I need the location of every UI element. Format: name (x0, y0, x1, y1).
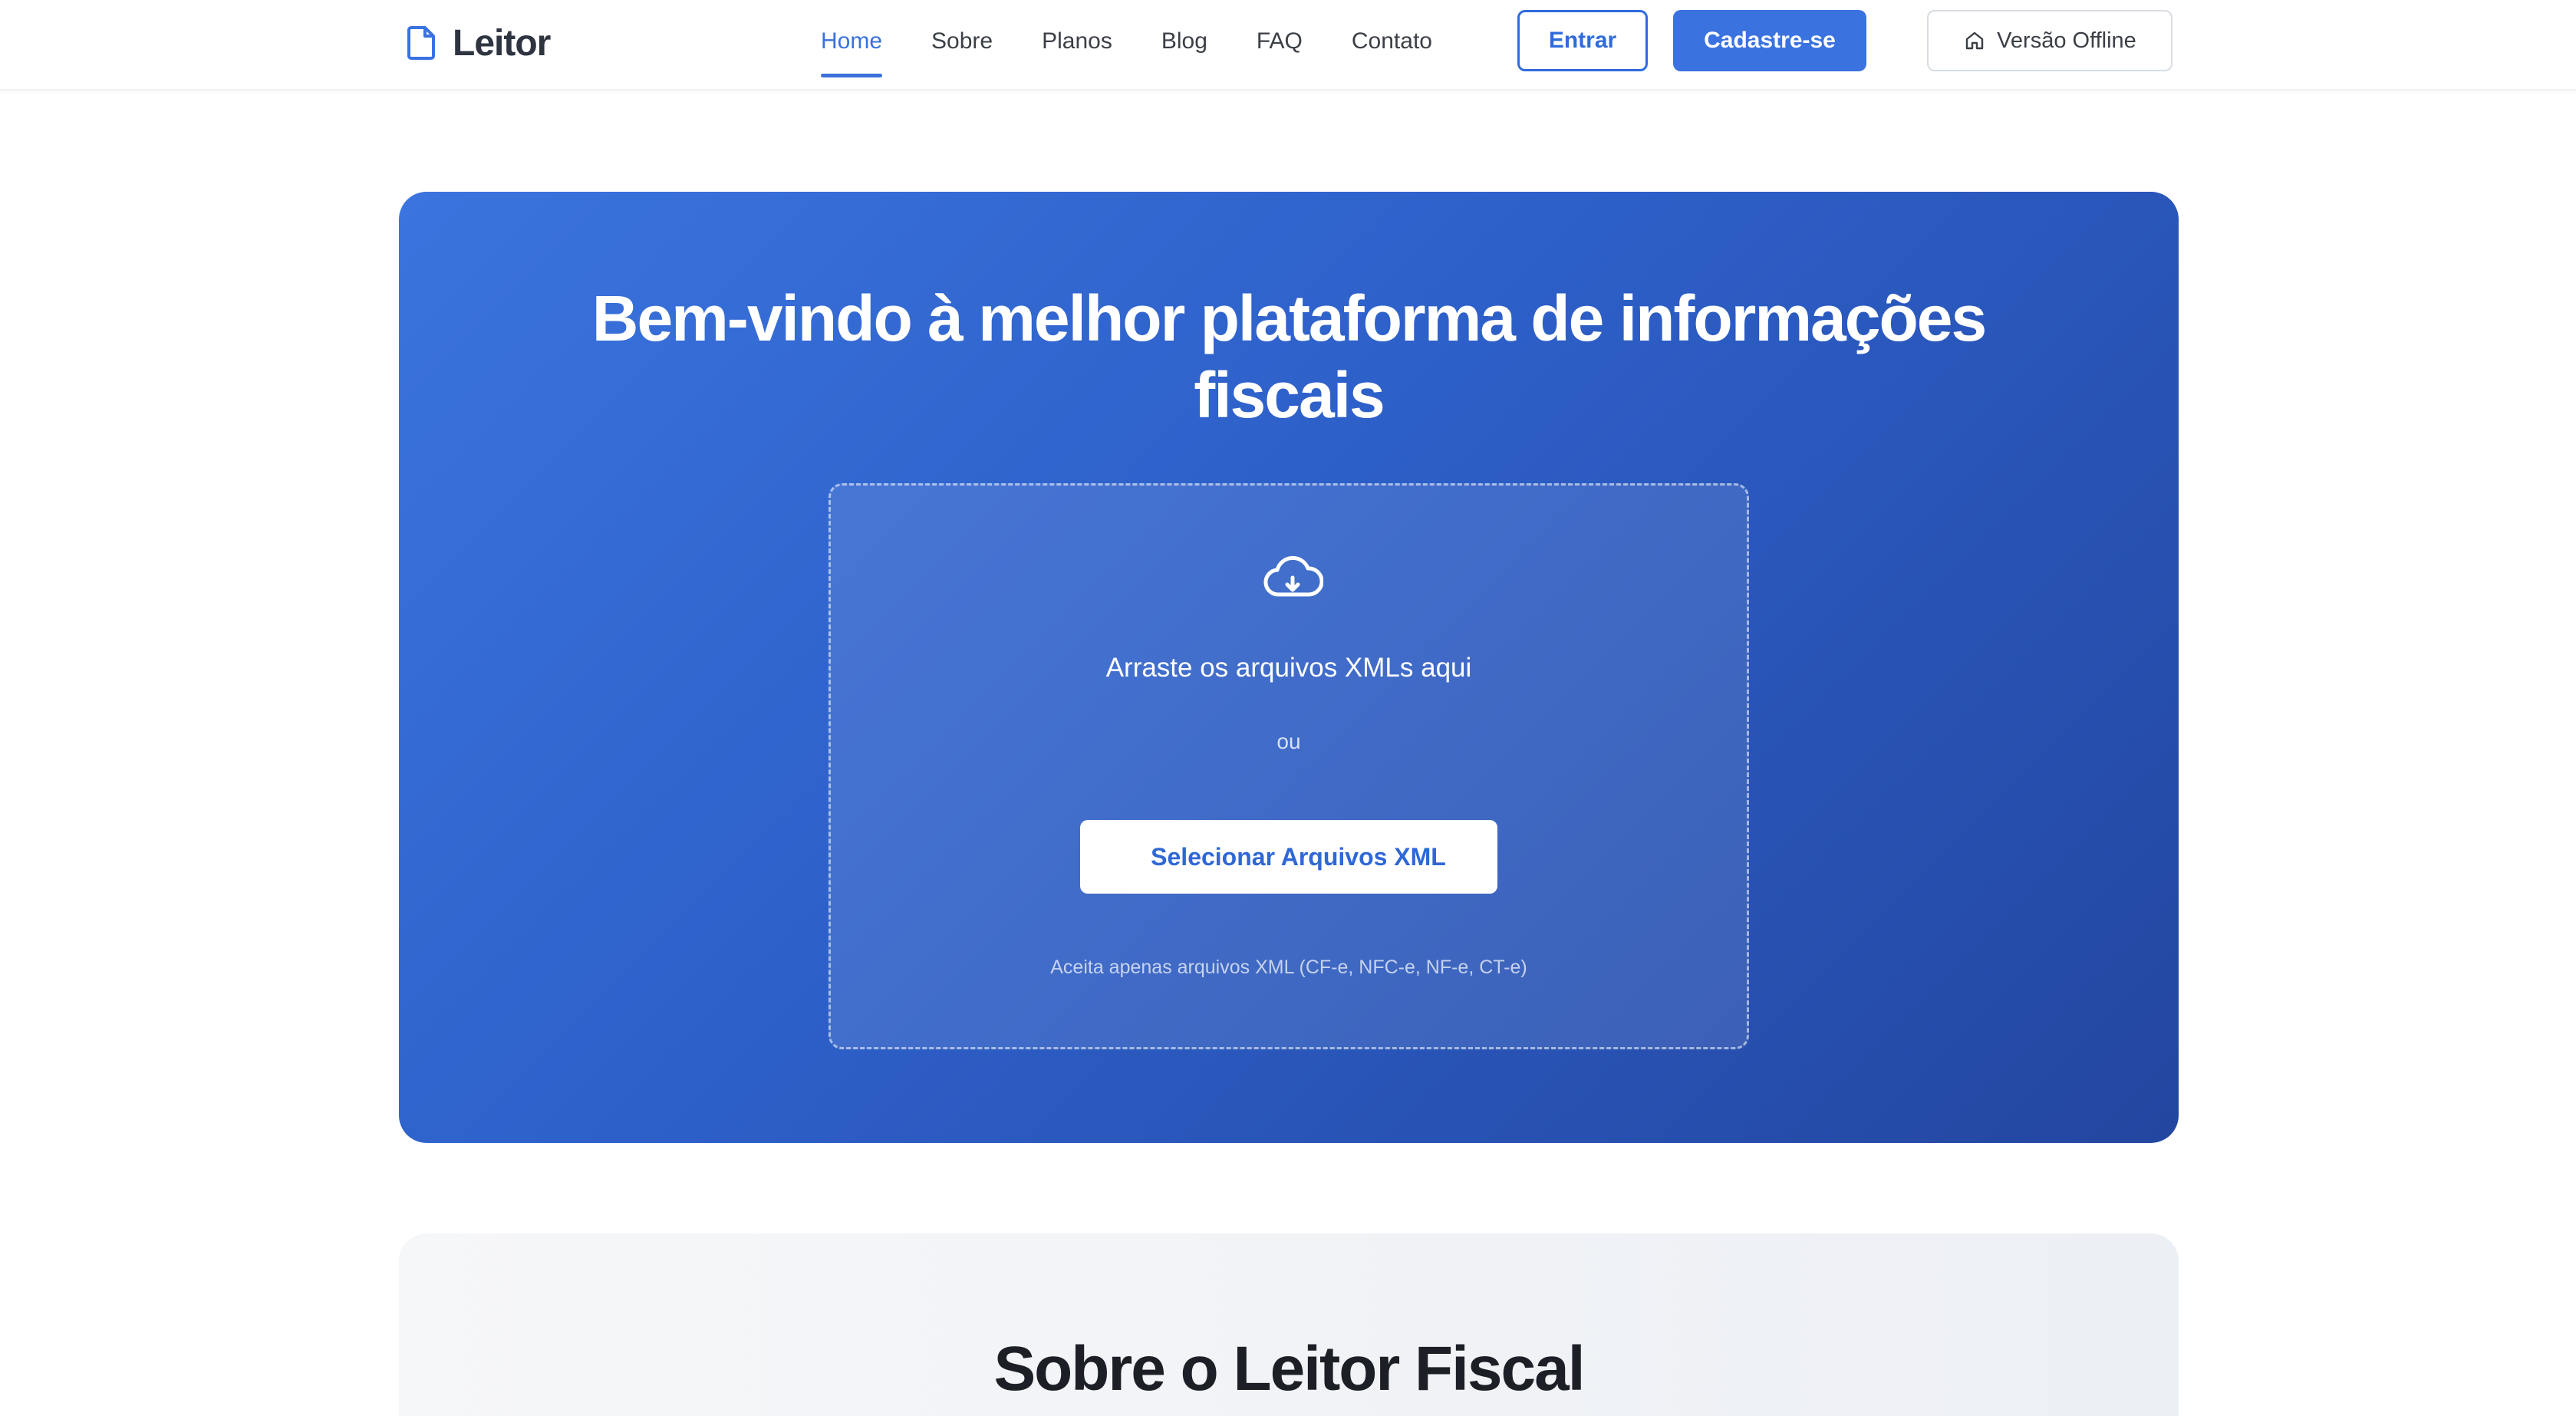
offline-version-button[interactable]: Versão Offline (1927, 10, 2172, 71)
nav-faq[interactable]: FAQ (1257, 28, 1303, 54)
xml-dropzone[interactable]: Arraste os arquivos XMLs aqui ou Selecio… (828, 483, 1749, 1049)
brand-name: Leitor (453, 22, 551, 64)
main-nav: Home Sobre Planos Blog FAQ Contato (821, 0, 1432, 83)
navbar: Leitor Home Sobre Planos Blog FAQ Contat… (0, 0, 2576, 91)
nav-planos[interactable]: Planos (1042, 28, 1112, 54)
nav-home[interactable]: Home (821, 28, 883, 77)
hero-section: Bem-vindo à melhor plataforma de informa… (399, 192, 2179, 1143)
accepted-formats-note: Aceita apenas arquivos XML (CF-e, NFC-e,… (1050, 957, 1527, 978)
offline-version-label: Versão Offline (1997, 28, 2136, 53)
select-xml-button[interactable]: Selecionar Arquivos XML (1080, 820, 1497, 894)
drop-instruction: Arraste os arquivos XMLs aqui (1105, 653, 1472, 683)
nav-sobre[interactable]: Sobre (931, 28, 993, 54)
nav-contato[interactable]: Contato (1352, 28, 1432, 54)
home-icon (1965, 31, 1984, 50)
brand-logo[interactable]: Leitor (407, 20, 551, 66)
login-button[interactable]: Entrar (1517, 10, 1648, 71)
nav-blog[interactable]: Blog (1161, 28, 1207, 54)
page: Leitor Home Sobre Planos Blog FAQ Contat… (0, 0, 2576, 1416)
or-separator: ou (1276, 729, 1301, 753)
file-icon (407, 26, 435, 60)
about-title: Sobre o Leitor Fiscal (993, 1334, 1585, 1404)
signup-button[interactable]: Cadastre-se (1673, 10, 1866, 71)
hero-title: Bem-vindo à melhor plataforma de informa… (591, 282, 1987, 431)
cloud-download-icon (1263, 555, 1323, 597)
about-section: Sobre o Leitor Fiscal (399, 1233, 2179, 1416)
